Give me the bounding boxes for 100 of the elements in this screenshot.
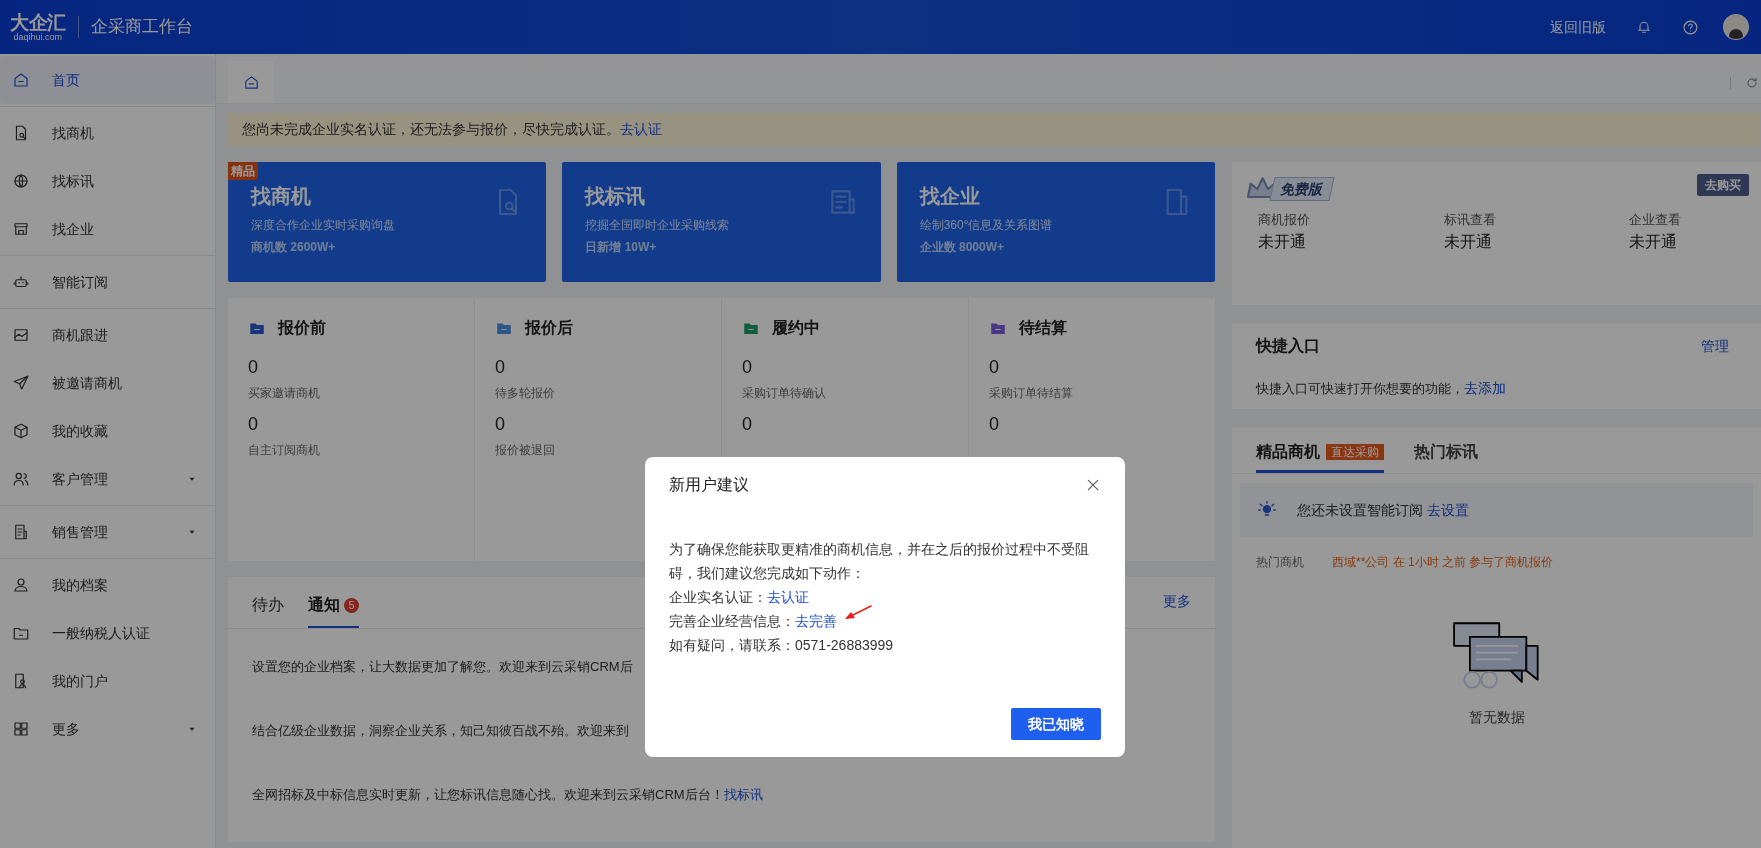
tag: 直达采购 [1326, 443, 1384, 460]
action-label: 完善企业经营信息： [669, 612, 795, 631]
stage-count[interactable]: 0 [495, 411, 721, 437]
card-title: 找商机 [251, 184, 311, 209]
tab[interactable]: 热门标讯 [1414, 433, 1478, 473]
logo: 大企汇 [10, 12, 66, 32]
bell-icon[interactable] [1636, 19, 1652, 35]
refresh-icon[interactable] [1745, 76, 1759, 90]
feature-card[interactable]: 找标讯 挖掘全国即时企业采购线索 日新增 10W+ [562, 162, 881, 282]
stage-count[interactable]: 0 [495, 354, 721, 380]
user-icon [12, 576, 30, 594]
plan-feature-label: 企业查看 [1629, 211, 1682, 229]
sidebar-item[interactable]: 销售管理 [0, 508, 215, 556]
storefront-icon [12, 220, 30, 238]
stage-title: 报价前 [278, 318, 326, 338]
sidebar-item[interactable]: 被邀请商机 [0, 359, 215, 407]
stage-title: 履约中 [772, 318, 820, 338]
tab[interactable]: 精品商机 直达采购 [1256, 433, 1384, 473]
card-stat: 商机数 2600W+ [251, 239, 337, 256]
stage-title: 报价后 [525, 318, 573, 338]
verify-link[interactable]: 去认证 [620, 119, 662, 140]
stage-count[interactable]: 0 [742, 411, 968, 437]
plan-feature-label: 标讯查看 [1443, 211, 1497, 229]
paper-plane-icon [12, 374, 30, 392]
avatar[interactable] [1723, 14, 1749, 40]
quick-entry-text: 快捷入口可快速打开你想要的功能，去添加 [1256, 379, 1507, 398]
help-icon[interactable] [1682, 18, 1699, 36]
contact-text: 如有疑问，请联系：0571-26883999 [669, 636, 895, 655]
manage-link[interactable]: 管理 [1701, 335, 1729, 357]
chart-icon [12, 326, 30, 344]
sidebar-item[interactable]: 一般纳税人认证 [0, 609, 215, 657]
sidebar-item[interactable]: 找标讯 [0, 157, 215, 205]
feature-card[interactable]: 找企业 绘制360°信息及关系图谱 企业数 8000W+ [896, 162, 1215, 282]
setup-link[interactable]: 去设置 [1426, 501, 1469, 518]
sidebar-item[interactable]: 我的门户 [0, 657, 215, 705]
home-icon [242, 73, 260, 91]
plan-feature-status: 未开通 [1629, 231, 1678, 252]
sidebar-item[interactable]: 商机跟进 [0, 311, 215, 359]
dialog-title: 新用户建议 [669, 475, 749, 495]
card-subtitle: 深度合作企业实时采购询盘 [251, 217, 396, 234]
stage-count[interactable]: 0 [742, 354, 968, 380]
hot-label: 热门商机 [1256, 554, 1304, 571]
home-tab[interactable] [228, 61, 274, 103]
acknowledge-button[interactable]: 我已知晓 [1011, 708, 1101, 740]
sidebar-item[interactable]: 更多 [0, 705, 215, 753]
tab[interactable]: 通知 5 [308, 584, 359, 628]
stage-label: 待多轮报价 [495, 385, 556, 402]
add-link[interactable]: 去添加 [1464, 380, 1506, 396]
card-stat: 日新增 10W+ [585, 239, 658, 256]
stage-label: 采购订单待结算 [989, 385, 1074, 402]
sidebar-item[interactable]: 找企业 [0, 205, 215, 253]
buy-button[interactable]: 去购买 [1697, 174, 1749, 196]
plan-badge: 免费版 [1269, 177, 1335, 201]
notice-text: 结合亿级企业数据，洞察企业关系，知己知彼百战不殆。欢迎来到 [252, 722, 629, 740]
stage-count[interactable]: 0 [248, 411, 474, 437]
card-subtitle: 绘制360°信息及关系图谱 [919, 217, 1054, 234]
stage-label: 自主订阅商机 [248, 442, 321, 459]
section-title: 快捷入口 [1256, 336, 1320, 356]
count-badge: 5 [344, 597, 359, 613]
empty-text: 暂无数据 [1468, 708, 1525, 727]
tip-text: 您还未设置智能订阅 去设置 [1297, 500, 1469, 520]
stage-count[interactable]: 0 [989, 411, 1215, 437]
plan-feature-status: 未开通 [1443, 231, 1493, 252]
notice-link[interactable]: 找标讯 [723, 787, 763, 802]
sidebar-item[interactable]: 我的收藏 [0, 407, 215, 455]
action-link[interactable]: 去完善 [795, 609, 837, 633]
users-icon [12, 470, 30, 488]
notice-text: 设置您的企业档案，让大数据更加了解您。欢迎来到云采销CRM后 [252, 658, 633, 676]
sidebar-item[interactable]: 客户管理 [0, 455, 215, 503]
tab[interactable]: 待办 [252, 584, 284, 628]
action-link[interactable]: 去认证 [767, 585, 809, 609]
hot-activity: 西域**公司 在 1小时 之前 参与了商机报价 [1332, 554, 1554, 571]
stage-count[interactable]: 0 [989, 354, 1215, 380]
sidebar-item[interactable]: 智能订阅 [0, 258, 215, 306]
premium-badge: 精品 [228, 162, 258, 180]
card-subtitle: 挖掘全国即时企业采购线索 [585, 217, 731, 234]
stage-label: 买家邀请商机 [248, 385, 321, 402]
notice-text: 全网招标及中标信息实时更新，让您标讯信息随心找。欢迎来到云采销CRM后台！找标讯 [252, 786, 763, 804]
annotation-arrow [843, 603, 873, 621]
stage-label: 采购订单待确认 [742, 385, 827, 402]
stage-title: 待结算 [1019, 318, 1067, 338]
card-stat: 企业数 8000W+ [919, 239, 1006, 256]
sidebar-item[interactable]: 首页 [0, 56, 215, 104]
sidebar-item[interactable]: 我的档案 [0, 561, 215, 609]
document-icon [12, 523, 30, 541]
home-icon [12, 71, 30, 89]
feature-card[interactable]: 精品 找商机 深度合作企业实时采购询盘 商机数 2600W+ [228, 162, 547, 282]
sidebar-item[interactable]: 找商机 [0, 109, 215, 157]
stage-count[interactable]: 0 [248, 354, 474, 380]
stage-label: 报价被退回 [495, 442, 556, 459]
app-title: 企采商工作台 [90, 16, 193, 39]
more-link[interactable]: 更多 [1163, 591, 1191, 612]
cube-icon [12, 422, 30, 440]
logo-domain: daqihui.com [13, 32, 63, 42]
action-label: 企业实名认证： [669, 588, 767, 607]
card-title: 找企业 [919, 184, 980, 209]
close-icon[interactable] [1085, 477, 1101, 493]
grid-icon [12, 720, 30, 738]
globe-icon [12, 172, 30, 190]
back-link[interactable]: 返回旧版 [1550, 16, 1606, 38]
